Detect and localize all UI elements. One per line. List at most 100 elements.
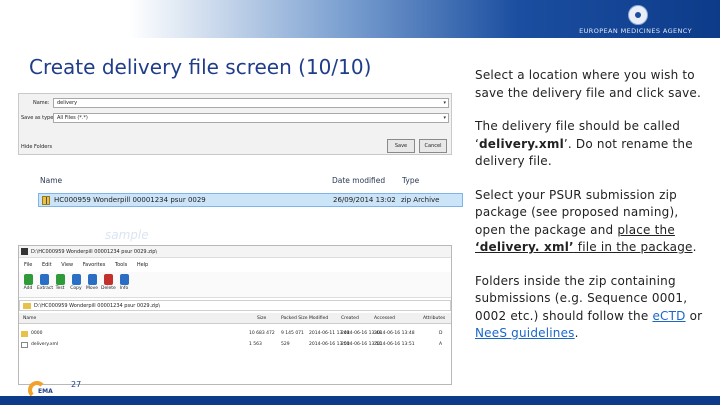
delivery-file-name: delivery.xml	[479, 136, 564, 151]
slide-title: Create delivery file screen (10/10)	[29, 55, 372, 79]
delete-icon	[103, 274, 113, 285]
save-type-select[interactable]: All Files (*.*) ▾	[53, 113, 449, 123]
delivery-file-name: ‘delivery. xml’	[475, 240, 574, 254]
archive-toolbar: Add Extract Test Copy Move Delete Info	[19, 272, 451, 298]
copy-icon	[71, 274, 81, 285]
file-row-name: HC000959 Wonderpill 00001234 psur 0029	[54, 196, 206, 204]
zip-archive-icon	[42, 196, 50, 205]
col-modified[interactable]: Modified	[309, 316, 328, 321]
file-row-selected[interactable]: HC000959 Wonderpill 00001234 psur 0029 2…	[38, 193, 463, 207]
table-row[interactable]: delivery.xml 1 563 529 2014-06-16 13:50 …	[19, 339, 451, 349]
ectd-link[interactable]: eCTD	[652, 309, 685, 323]
ema-logo-text: EMA	[38, 388, 53, 395]
instruction-text: .	[692, 240, 697, 254]
instruction-folders: Folders inside the zip containing submis…	[475, 273, 705, 343]
watermark-text: sample	[105, 228, 149, 242]
instruction-file-name: The delivery file should be called ‘deli…	[475, 118, 705, 171]
instruction-text: or	[685, 308, 703, 323]
archive-title-text: D:\HC000959 Wonderpill 00001234 psur 002…	[31, 249, 158, 255]
file-name-label: Name:	[33, 100, 50, 106]
col-size[interactable]: Size	[257, 316, 266, 321]
copy-button[interactable]: Copy	[69, 274, 83, 291]
instruction-text: place the	[617, 222, 675, 237]
checkmark-icon	[55, 274, 65, 285]
chevron-down-icon[interactable]: ▾	[443, 100, 446, 106]
col-name[interactable]: Name	[23, 316, 36, 321]
row-attributes: D	[439, 331, 443, 336]
row-name: delivery.xml	[31, 342, 59, 347]
folder-icon	[21, 331, 28, 337]
move-button[interactable]: Move	[85, 274, 99, 291]
file-name-input[interactable]: delivery ▾	[53, 98, 449, 108]
menu-view[interactable]: View	[61, 262, 73, 268]
menu-favorites[interactable]: Favorites	[83, 262, 106, 268]
file-row-type: zip Archive	[401, 196, 440, 204]
col-attributes[interactable]: Attributes	[423, 316, 445, 321]
instruction-place-file: Select your PSUR submission zip package …	[475, 187, 705, 257]
tool-label: Test	[55, 286, 65, 291]
save-button[interactable]: Save	[387, 139, 415, 153]
extract-icon	[39, 274, 49, 285]
instruction-text: file in the package	[573, 240, 693, 254]
archive-column-headers: Name Size Packed Size Modified Created A…	[19, 313, 451, 324]
archive-app-icon	[21, 248, 28, 255]
folder-icon	[23, 303, 31, 309]
row-accessed: 2014-06-16 13:51	[374, 342, 415, 347]
col-packed[interactable]: Packed Size	[281, 316, 307, 321]
ema-logo: EMA	[26, 380, 64, 399]
row-size: 1 563	[249, 342, 262, 347]
row-name: 0000	[31, 331, 43, 336]
tool-label: Delete	[101, 286, 116, 291]
archive-path-bar[interactable]: D:\HC000959 Wonderpill 00001234 psur 002…	[19, 300, 451, 311]
column-header-date[interactable]: Date modified	[332, 176, 385, 185]
row-accessed: 2014-06-16 13:48	[374, 331, 415, 336]
menu-tools[interactable]: Tools	[115, 262, 127, 268]
extract-button[interactable]: Extract	[37, 274, 54, 291]
tool-label: Info	[119, 286, 129, 291]
save-type-label: Save as type:	[21, 115, 55, 121]
archive-window-title: D:\HC000959 Wonderpill 00001234 psur 002…	[19, 246, 451, 258]
row-packed: 9 145 071	[281, 331, 304, 336]
info-button[interactable]: Info	[117, 274, 131, 291]
menu-edit[interactable]: Edit	[42, 262, 52, 268]
add-button[interactable]: Add	[21, 274, 35, 291]
footer-band	[0, 396, 720, 405]
column-header-name[interactable]: Name	[40, 176, 62, 185]
file-icon	[21, 342, 28, 348]
move-icon	[87, 274, 97, 285]
file-list: Name Date modified Type HC000959 Wonderp…	[18, 165, 463, 217]
col-created[interactable]: Created	[341, 316, 359, 321]
instructions-panel: Select a location where you wish to save…	[475, 67, 705, 359]
archive-window: D:\HC000959 Wonderpill 00001234 psur 002…	[18, 245, 452, 385]
col-accessed[interactable]: Accessed	[374, 316, 395, 321]
test-button[interactable]: Test	[53, 274, 67, 291]
tool-label: Move	[85, 286, 99, 291]
menu-file[interactable]: File	[24, 262, 32, 268]
agency-name: EUROPEAN MEDICINES AGENCY	[579, 27, 692, 35]
table-row[interactable]: 0000 10 683 472 9 145 071 2014-06-11 13:…	[19, 328, 451, 338]
delete-button[interactable]: Delete	[101, 274, 116, 291]
instruction-text: .	[574, 326, 579, 340]
cancel-button[interactable]: Cancel	[419, 139, 447, 153]
archive-path-text: D:\HC000959 Wonderpill 00001234 psur 002…	[34, 303, 161, 309]
column-header-type[interactable]: Type	[402, 176, 419, 185]
file-name-value: delivery	[57, 100, 78, 106]
save-dialog: Name: delivery ▾ Save as type: All Files…	[18, 93, 452, 155]
chevron-down-icon[interactable]: ▾	[443, 115, 446, 121]
nees-guidelines-link[interactable]: NeeS guidelines	[475, 326, 575, 340]
row-size: 10 683 472	[249, 331, 275, 336]
archive-menu-bar: File Edit View Favorites Tools Help	[19, 259, 451, 270]
instruction-save-location: Select a location where you wish to save…	[475, 68, 702, 100]
row-packed: 529	[281, 342, 290, 347]
plus-icon	[23, 274, 33, 285]
tool-label: Add	[23, 286, 33, 291]
hide-folders-toggle[interactable]: Hide Folders	[21, 144, 52, 150]
header-band: EUROPEAN MEDICINES AGENCY	[0, 0, 720, 38]
row-attributes: A	[439, 342, 443, 347]
page-number: 27	[71, 380, 82, 389]
file-row-date: 26/09/2014 13:02	[333, 196, 396, 204]
info-icon	[119, 274, 129, 285]
menu-help[interactable]: Help	[137, 262, 148, 268]
tool-label: Extract	[37, 286, 54, 291]
save-type-value: All Files (*.*)	[57, 115, 88, 121]
